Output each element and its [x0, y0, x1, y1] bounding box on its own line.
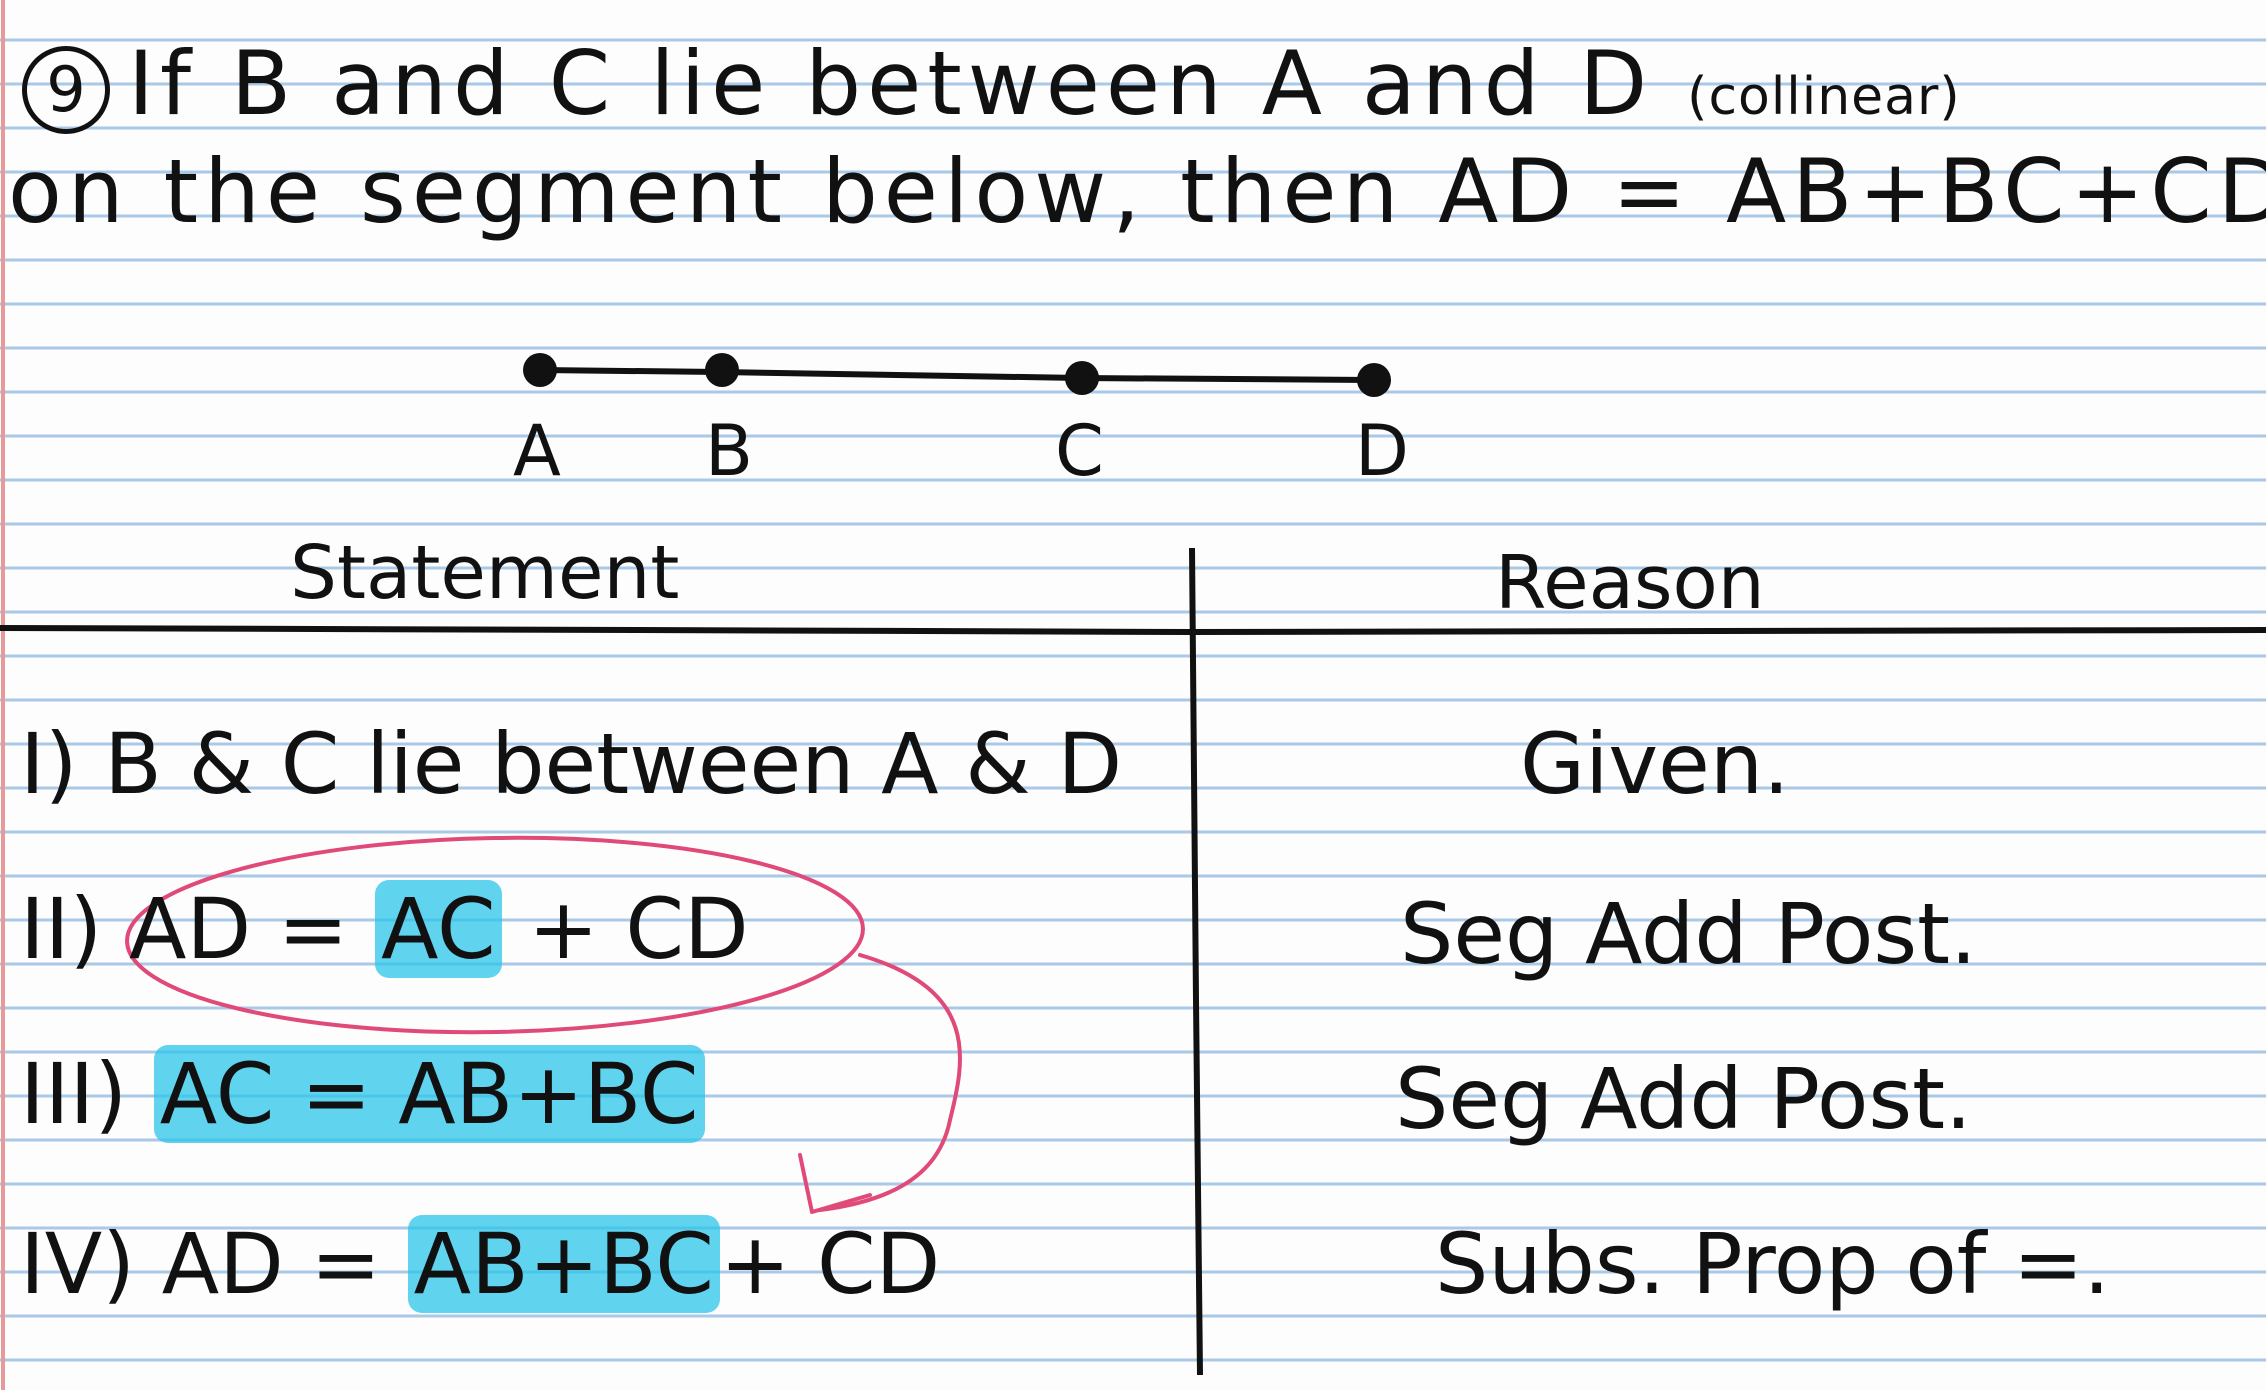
- statement-text: B & C lie between A & D: [104, 715, 1123, 813]
- highlighted-term: AB+BC: [407, 1215, 720, 1313]
- reason-row-1: Given.: [1520, 715, 1790, 813]
- point-a: [523, 353, 557, 387]
- highlighted-term: AC = AB+BC: [153, 1045, 705, 1143]
- problem-text-line-1: If B and C lie between A and D: [128, 32, 1654, 135]
- reason-row-2: Seg Add Post.: [1400, 885, 1977, 983]
- header-statement: Statement: [290, 530, 680, 616]
- point-label-c: C: [1055, 410, 1104, 492]
- statement-rhs: + CD: [501, 880, 749, 978]
- statement-lhs: AD =: [161, 1215, 408, 1313]
- header-reason: Reason: [1495, 540, 1765, 626]
- point-label-d: D: [1355, 410, 1409, 492]
- table-vertical-rule: [1189, 547, 1203, 1376]
- statement-row-3: III) AC = AB+BC: [20, 1045, 705, 1143]
- table-horizontal-rule: [0, 625, 2266, 636]
- highlighted-term: AC: [374, 880, 502, 978]
- problem-text-line-2: on the segment below, then AD = AB+BC+CD…: [8, 140, 2266, 243]
- segment-line: [537, 367, 1375, 383]
- point-b: [705, 353, 739, 387]
- statement-row-2: II) AD = AC + CD: [20, 880, 749, 978]
- row-number: II): [20, 880, 103, 978]
- statement-row-1: I) B & C lie between A & D: [20, 715, 1122, 813]
- statement-rhs: + CD: [719, 1215, 941, 1313]
- problem-statement-line-1: 9 If B and C lie between A and D (colline…: [22, 32, 1961, 135]
- reason-row-4: Subs. Prop of =.: [1435, 1215, 2111, 1313]
- problem-number: 9: [22, 46, 110, 135]
- point-label-a: A: [513, 410, 561, 492]
- row-number: IV): [20, 1215, 136, 1313]
- point-d: [1357, 363, 1391, 397]
- row-number: III): [20, 1045, 128, 1143]
- collinear-note: (collinear): [1687, 67, 1961, 127]
- row-number: I): [20, 715, 78, 813]
- point-c: [1065, 361, 1099, 395]
- statement-row-4: IV) AD = AB+BC+ CD: [20, 1215, 940, 1313]
- point-label-b: B: [705, 410, 754, 492]
- annotation-arrow: [818, 953, 962, 1212]
- reason-row-3: Seg Add Post.: [1395, 1050, 1972, 1148]
- statement-lhs: AD =: [129, 880, 375, 978]
